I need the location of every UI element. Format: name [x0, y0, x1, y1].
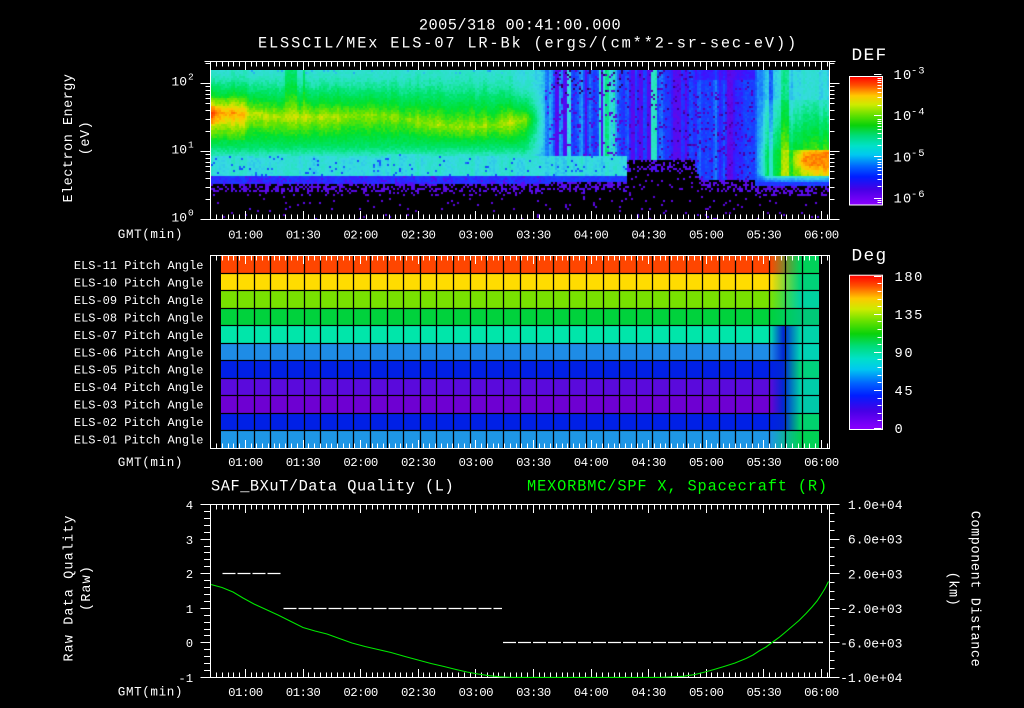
- svg-text:ELS-07 Pitch Angle: ELS-07 Pitch Angle: [74, 329, 204, 343]
- svg-text:MEXORBMC/SPF X, Spacecraft (R): MEXORBMC/SPF X, Spacecraft (R): [527, 478, 828, 496]
- svg-text:01:30: 01:30: [286, 228, 321, 242]
- svg-text:10: 10: [894, 69, 913, 84]
- svg-text:-1.0e+04: -1.0e+04: [840, 671, 903, 686]
- svg-text:06:00: 06:00: [804, 456, 839, 470]
- svg-text:4: 4: [186, 499, 193, 513]
- svg-text:3: 3: [186, 534, 193, 548]
- svg-text:03:00: 03:00: [459, 456, 494, 470]
- svg-text:05:30: 05:30: [747, 686, 782, 700]
- svg-text:2005/318 00:41:00.000: 2005/318 00:41:00.000: [419, 17, 621, 35]
- svg-text:45: 45: [895, 385, 915, 400]
- svg-text:02:30: 02:30: [401, 456, 436, 470]
- svg-text:ELS-10 Pitch Angle: ELS-10 Pitch Angle: [74, 277, 204, 291]
- svg-text:01:00: 01:00: [228, 456, 263, 470]
- svg-text:-6: -6: [911, 189, 926, 201]
- svg-text:04:30: 04:30: [631, 686, 666, 700]
- svg-text:Component Distance: Component Distance: [967, 511, 982, 668]
- svg-text:04:30: 04:30: [631, 456, 666, 470]
- svg-text:1.0e+04: 1.0e+04: [848, 498, 903, 513]
- svg-text:90: 90: [895, 347, 915, 362]
- svg-text:06:00: 06:00: [804, 686, 839, 700]
- svg-text:GMT(min): GMT(min): [118, 228, 183, 242]
- svg-text:02:30: 02:30: [401, 686, 436, 700]
- svg-text:03:30: 03:30: [516, 686, 551, 700]
- svg-text:ELS-02 Pitch Angle: ELS-02 Pitch Angle: [74, 416, 204, 430]
- svg-text:04:00: 04:00: [574, 228, 609, 242]
- svg-text:0: 0: [895, 423, 905, 438]
- svg-text:-5: -5: [911, 148, 926, 160]
- svg-text:GMT(min): GMT(min): [118, 456, 183, 470]
- svg-text:03:30: 03:30: [516, 228, 551, 242]
- svg-text:ELS-05 Pitch Angle: ELS-05 Pitch Angle: [74, 364, 204, 378]
- svg-text:ELS-01 Pitch Angle: ELS-01 Pitch Angle: [74, 434, 204, 448]
- svg-text:02:30: 02:30: [401, 228, 436, 242]
- svg-text:(Raw): (Raw): [80, 565, 95, 611]
- svg-text:05:30: 05:30: [747, 228, 782, 242]
- svg-text:05:00: 05:00: [689, 228, 724, 242]
- svg-text:03:00: 03:00: [459, 686, 494, 700]
- svg-text:-1: -1: [178, 672, 193, 686]
- svg-text:180: 180: [895, 271, 924, 286]
- svg-text:6.0e+03: 6.0e+03: [848, 533, 903, 548]
- svg-text:10: 10: [171, 75, 187, 90]
- svg-text:DEF: DEF: [852, 46, 888, 66]
- svg-text:03:00: 03:00: [459, 228, 494, 242]
- svg-text:2: 2: [188, 72, 194, 83]
- svg-text:ELS-03 Pitch Angle: ELS-03 Pitch Angle: [74, 399, 204, 413]
- svg-text:Deg: Deg: [852, 247, 888, 267]
- svg-text:-2.0e+03: -2.0e+03: [840, 602, 902, 617]
- svg-text:Electron Energy: Electron Energy: [62, 73, 77, 202]
- svg-text:0: 0: [186, 637, 193, 651]
- svg-text:01:00: 01:00: [228, 686, 263, 700]
- svg-text:1: 1: [186, 603, 193, 617]
- svg-text:0: 0: [188, 208, 194, 219]
- svg-text:Raw Data Quality: Raw Data Quality: [63, 514, 78, 661]
- svg-text:2: 2: [186, 568, 193, 582]
- svg-text:06:00: 06:00: [804, 228, 839, 242]
- svg-text:ELS-06 Pitch Angle: ELS-06 Pitch Angle: [74, 346, 204, 360]
- svg-text:02:00: 02:00: [343, 456, 378, 470]
- svg-text:04:00: 04:00: [574, 456, 609, 470]
- svg-text:02:00: 02:00: [343, 228, 378, 242]
- svg-text:ELS-11 Pitch Angle: ELS-11 Pitch Angle: [74, 259, 204, 273]
- svg-text:03:30: 03:30: [516, 456, 551, 470]
- svg-text:ELSSCIL/MEx ELS-07 LR-Bk (erg: ELSSCIL/MEx ELS-07 LR-Bk (ergs/(cm**2-sr…: [258, 35, 798, 53]
- svg-text:2.0e+03: 2.0e+03: [848, 567, 903, 582]
- svg-text:-6.0e+03: -6.0e+03: [840, 637, 902, 652]
- svg-text:(km): (km): [945, 572, 960, 607]
- svg-text:10: 10: [171, 211, 187, 226]
- svg-text:01:00: 01:00: [228, 228, 263, 242]
- svg-text:01:30: 01:30: [286, 686, 321, 700]
- svg-text:10: 10: [171, 143, 187, 158]
- svg-text:(eV): (eV): [79, 121, 94, 155]
- svg-text:05:30: 05:30: [747, 456, 782, 470]
- svg-text:10: 10: [894, 193, 913, 208]
- svg-text:05:00: 05:00: [689, 686, 724, 700]
- svg-text:ELS-09 Pitch Angle: ELS-09 Pitch Angle: [74, 294, 204, 308]
- svg-text:ELS-08 Pitch Angle: ELS-08 Pitch Angle: [74, 311, 204, 325]
- svg-text:GMT(min): GMT(min): [118, 686, 183, 700]
- svg-text:ELS-04 Pitch Angle: ELS-04 Pitch Angle: [74, 381, 204, 395]
- svg-text:135: 135: [895, 309, 924, 324]
- svg-text:-4: -4: [911, 107, 926, 119]
- svg-text:-3: -3: [911, 66, 926, 78]
- svg-text:01:30: 01:30: [286, 456, 321, 470]
- svg-text:10: 10: [894, 110, 913, 125]
- svg-text:05:00: 05:00: [689, 456, 724, 470]
- svg-text:02:00: 02:00: [343, 686, 378, 700]
- svg-text:1: 1: [188, 140, 194, 151]
- svg-text:04:00: 04:00: [574, 686, 609, 700]
- svg-text:SAF_BXuT/Data Quality (L): SAF_BXuT/Data Quality (L): [211, 478, 454, 496]
- svg-text:10: 10: [894, 151, 913, 166]
- svg-text:04:30: 04:30: [631, 228, 666, 242]
